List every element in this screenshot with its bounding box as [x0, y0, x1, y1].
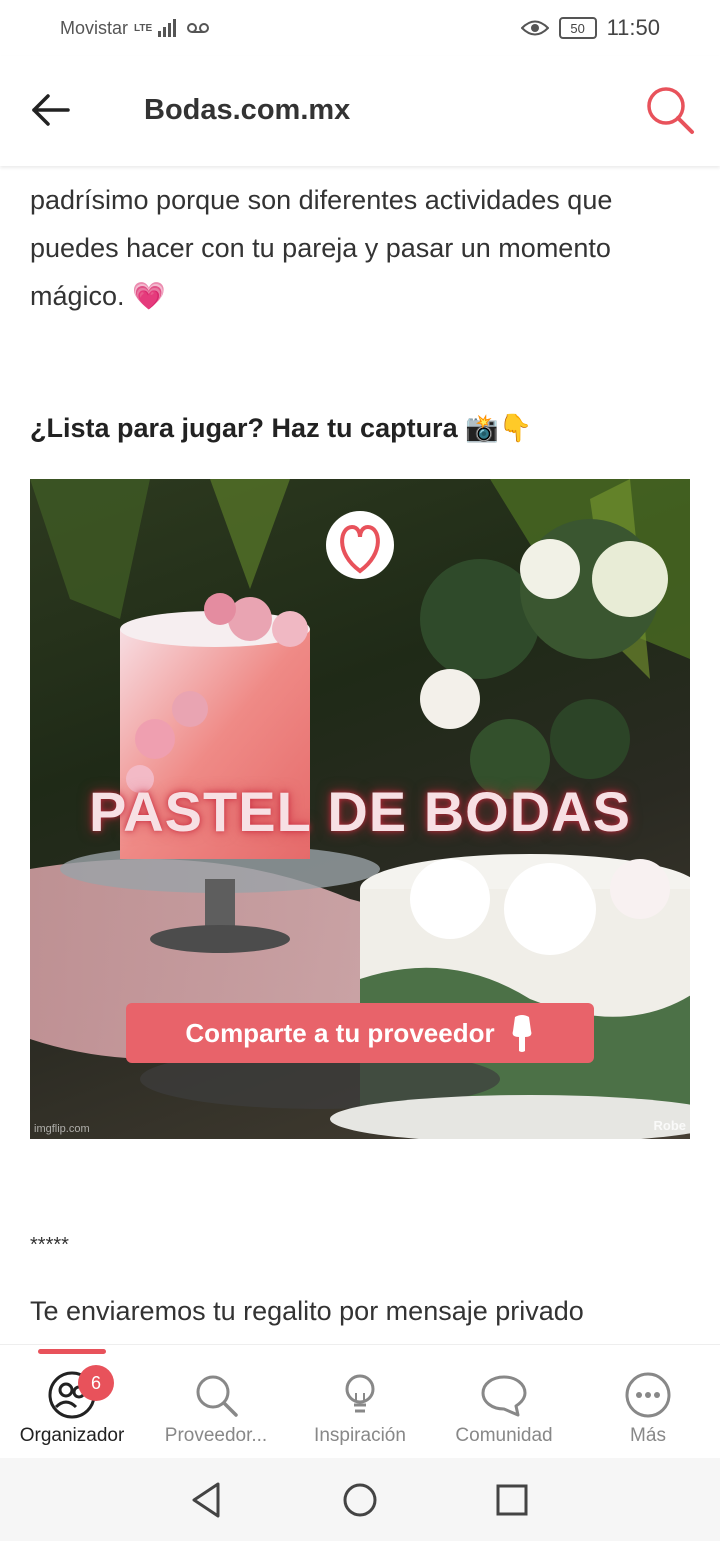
- article-content: padrísimo porque son diferentes activida…: [0, 166, 720, 1344]
- article-intro-paragraph: padrísimo porque son diferentes activida…: [30, 185, 613, 311]
- nav-label-comunidad: Comunidad: [455, 1425, 553, 1446]
- network-type: LTE: [134, 22, 153, 34]
- article-heading: ¿Lista para jugar? Haz tu captura 📸👇: [30, 413, 533, 443]
- bottom-navigation: 6 Organizador Proveedor... Inspiración C…: [0, 1344, 720, 1459]
- chat-bubble-icon: [481, 1375, 527, 1417]
- more-icon: [625, 1372, 671, 1418]
- clock: 11:50: [606, 15, 660, 40]
- status-bar: Movistar LTE 50 11:50: [0, 0, 720, 56]
- status-left: Movistar LTE: [60, 18, 210, 39]
- system-home-icon[interactable]: [338, 1478, 382, 1522]
- search-icon[interactable]: [642, 82, 698, 138]
- notification-badge: 6: [78, 1365, 114, 1401]
- system-recents-icon[interactable]: [490, 1478, 534, 1522]
- nav-label-mas: Más: [630, 1425, 666, 1446]
- status-right: 50 11:50: [520, 15, 660, 41]
- search-icon: [196, 1375, 238, 1417]
- system-navigation-bar: [0, 1458, 720, 1541]
- share-vendor-cta-label: Comparte a tu proveedor: [185, 1017, 495, 1048]
- nav-item-mas[interactable]: Más: [576, 1345, 720, 1459]
- eye-icon: [520, 20, 549, 36]
- lightbulb-icon: [345, 1374, 375, 1413]
- article-footer-text: Te enviaremos tu regalito por mensaje pr…: [30, 1296, 584, 1326]
- nav-item-organizador[interactable]: 6 Organizador: [0, 1345, 144, 1459]
- pointing-down-icon: [512, 1015, 531, 1052]
- nav-label-organizador: Organizador: [19, 1425, 125, 1446]
- watermark-left: imgflip.com: [34, 1123, 90, 1135]
- nav-item-proveedores[interactable]: Proveedor...: [144, 1345, 288, 1459]
- signal-icon: [158, 19, 177, 37]
- share-vendor-cta[interactable]: Comparte a tu proveedor: [126, 1003, 594, 1063]
- active-tab-indicator: [38, 1349, 106, 1354]
- carrier-name: Movistar: [60, 17, 129, 38]
- voicemail-icon: [187, 23, 210, 33]
- nav-label-inspiracion: Inspiración: [314, 1425, 406, 1446]
- separator-stars: *****: [30, 1234, 69, 1256]
- battery-indicator: 50: [558, 17, 597, 39]
- nav-item-inspiracion[interactable]: Inspiración: [288, 1345, 432, 1459]
- nav-item-comunidad[interactable]: Comunidad: [432, 1345, 576, 1459]
- system-back-icon[interactable]: [186, 1478, 230, 1522]
- watermark-right: Robe: [653, 1118, 687, 1133]
- top-app-bar: Bodas.com.mx: [0, 56, 720, 166]
- page-title: Bodas.com.mx: [144, 94, 351, 126]
- wedding-cake-image[interactable]: PASTEL DE BODAS Comparte a tu proveedor …: [30, 479, 690, 1139]
- image-title-overlay: PASTEL DE BODAS: [89, 780, 631, 843]
- nav-label-proveedores: Proveedor...: [164, 1425, 268, 1446]
- back-arrow-icon[interactable]: [26, 86, 74, 134]
